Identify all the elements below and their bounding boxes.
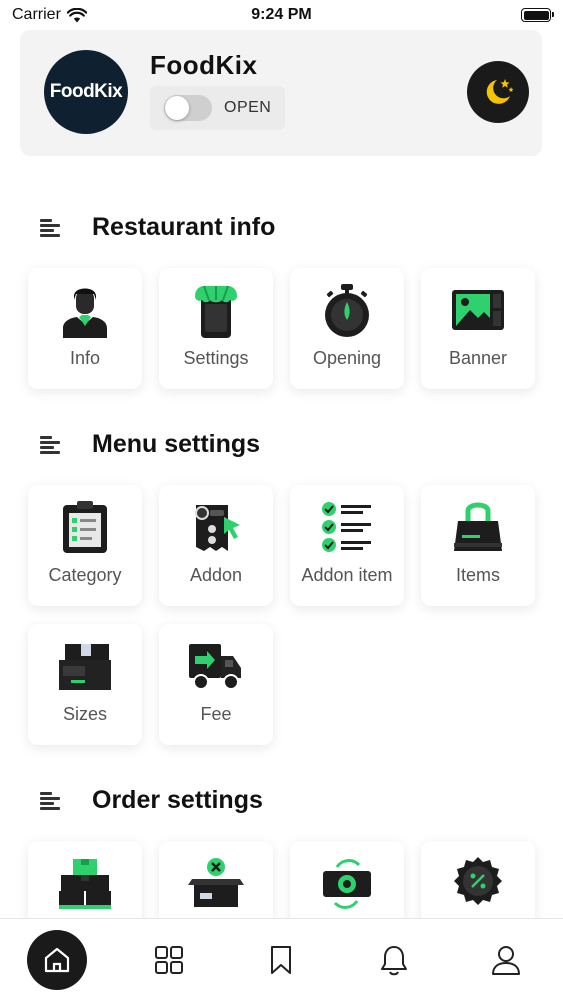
home-button[interactable] xyxy=(27,930,87,990)
section-lines-icon xyxy=(40,791,60,810)
discount-badge-icon xyxy=(448,853,508,913)
cash-icon xyxy=(317,853,377,913)
person-icon xyxy=(55,280,115,340)
section-title-order-settings: Order settings xyxy=(40,786,263,815)
nav-profile[interactable] xyxy=(476,919,536,1000)
battery-icon xyxy=(521,8,554,22)
section-title-restaurant-info: Restaurant info xyxy=(40,213,275,242)
open-status-label: OPEN xyxy=(224,99,272,116)
section-title-text: Menu settings xyxy=(92,430,261,458)
nav-grid[interactable] xyxy=(139,919,199,1000)
shop-name: FoodKix xyxy=(150,50,258,80)
moon-stars-icon xyxy=(486,79,514,104)
tile-addon[interactable]: Addon xyxy=(159,485,273,606)
section-lines-icon xyxy=(40,435,60,454)
addon-icon xyxy=(186,497,246,557)
tile-label: Settings xyxy=(183,348,249,368)
stopwatch-icon xyxy=(317,280,377,340)
shop-settings-icon xyxy=(186,280,246,340)
section-lines-icon xyxy=(40,218,60,237)
stacked-boxes-icon xyxy=(55,853,115,913)
status-bar: Carrier 9:24 PM xyxy=(0,0,563,30)
tile-label: Fee xyxy=(200,704,232,724)
user-icon xyxy=(492,946,520,975)
tile-label: Items xyxy=(455,565,500,585)
checklist-icon xyxy=(317,497,377,557)
header-card: FoodKix FoodKix OPEN xyxy=(20,30,542,156)
image-banner-icon xyxy=(448,280,508,340)
tile-opening[interactable]: Opening xyxy=(290,268,404,389)
open-toggle[interactable] xyxy=(164,95,212,121)
nav-bookmark[interactable] xyxy=(251,919,311,1000)
carrier-label: Carrier xyxy=(12,6,61,23)
tile-sizes[interactable]: Sizes xyxy=(28,624,142,745)
delivery-truck-icon xyxy=(186,636,246,696)
nav-notifications[interactable] xyxy=(364,919,424,1000)
bell-icon xyxy=(381,946,407,976)
tile-label: Sizes xyxy=(62,704,107,724)
nav-home[interactable] xyxy=(27,919,87,1000)
tile-label: Category xyxy=(48,565,122,585)
tile-items[interactable]: Items xyxy=(421,485,535,606)
restaurant-logo[interactable]: FoodKix xyxy=(44,50,128,134)
tile-info[interactable]: Info xyxy=(28,268,142,389)
tile-label: Info xyxy=(69,348,101,368)
bookmark-icon xyxy=(271,946,291,974)
box-icon xyxy=(55,636,115,696)
home-icon xyxy=(44,947,70,973)
tile-label: Opening xyxy=(312,348,382,368)
open-box-icon xyxy=(186,853,246,913)
tile-category[interactable]: Category xyxy=(28,485,142,606)
clipboard-icon xyxy=(55,497,115,557)
logo-text: FoodKix xyxy=(49,81,123,102)
tile-label: Addon item xyxy=(301,565,393,585)
tile-fee[interactable]: Fee xyxy=(159,624,273,745)
bottom-nav xyxy=(0,918,563,1000)
tile-addon-item[interactable]: Addon item xyxy=(290,485,404,606)
tile-label: Banner xyxy=(448,348,508,368)
section-title-text: Restaurant info xyxy=(92,213,276,241)
section-title-text: Order settings xyxy=(92,786,263,814)
grid-icon xyxy=(155,946,183,974)
open-toggle-container: OPEN xyxy=(150,86,286,130)
tile-banner[interactable]: Banner xyxy=(421,268,535,389)
status-left: Carrier xyxy=(12,6,87,24)
tile-settings[interactable]: Settings xyxy=(159,268,273,389)
toggle-knob xyxy=(165,96,189,120)
wifi-icon xyxy=(66,7,87,22)
section-title-menu-settings: Menu settings xyxy=(40,430,260,459)
night-mode-button[interactable] xyxy=(467,61,529,123)
tile-label: Addon xyxy=(189,565,243,585)
shopping-bag-icon xyxy=(448,497,508,557)
